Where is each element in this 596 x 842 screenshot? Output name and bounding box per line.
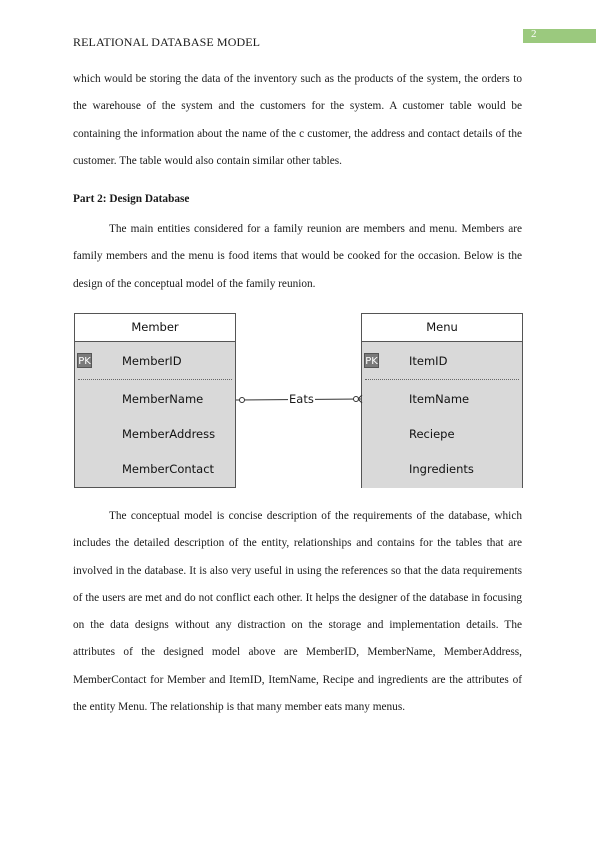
attribute-row: MemberContact [75, 459, 235, 479]
attribute-member-id: MemberID [122, 354, 182, 368]
key-divider [365, 379, 519, 380]
entity-member-title: Member [75, 314, 235, 342]
conceptual-model-paragraph: The conceptual model is concise descript… [73, 510, 522, 714]
attribute-row: MemberName [75, 389, 235, 409]
attribute-member-contact: MemberContact [122, 462, 215, 476]
intro-paragraph: which would be storing the data of the i… [73, 73, 522, 167]
entity-menu: Menu PK ItemID ItemName Reciepe Ingredie… [361, 313, 523, 488]
attribute-member-name: MemberName [122, 392, 204, 406]
section-heading: Part 2: Design Database [73, 193, 190, 205]
attribute-item-name: ItemName [409, 392, 470, 406]
entity-menu-title: Menu [362, 314, 522, 342]
attribute-row: MemberAddress [75, 424, 235, 444]
page-number-badge: 2 [523, 28, 596, 43]
entities-intro-paragraph: The main entities considered for a famil… [73, 223, 522, 290]
zero-cardinality-icon [239, 397, 245, 403]
attribute-member-address: MemberAddress [122, 427, 216, 441]
entity-member: Member PK MemberID MemberName MemberAddr… [74, 313, 236, 488]
zero-cardinality-icon [353, 396, 359, 402]
primary-key-badge: PK [77, 353, 92, 368]
running-header-title: RELATIONAL DATABASE MODEL [73, 35, 261, 49]
primary-key-badge: PK [364, 353, 379, 368]
attribute-ingredients: Ingredients [409, 462, 474, 476]
attribute-item-id: ItemID [409, 354, 448, 368]
attribute-recipe: Reciepe [409, 427, 455, 441]
attribute-row: Reciepe [362, 424, 522, 444]
key-divider [78, 379, 232, 380]
attribute-row: Ingredients [362, 459, 522, 479]
entity-menu-pk-row: PK ItemID [362, 351, 522, 371]
page-number: 2 [531, 28, 537, 40]
entity-member-pk-row: PK MemberID [75, 351, 235, 371]
relationship-label: Eats [288, 392, 315, 406]
attribute-row: ItemName [362, 389, 522, 409]
